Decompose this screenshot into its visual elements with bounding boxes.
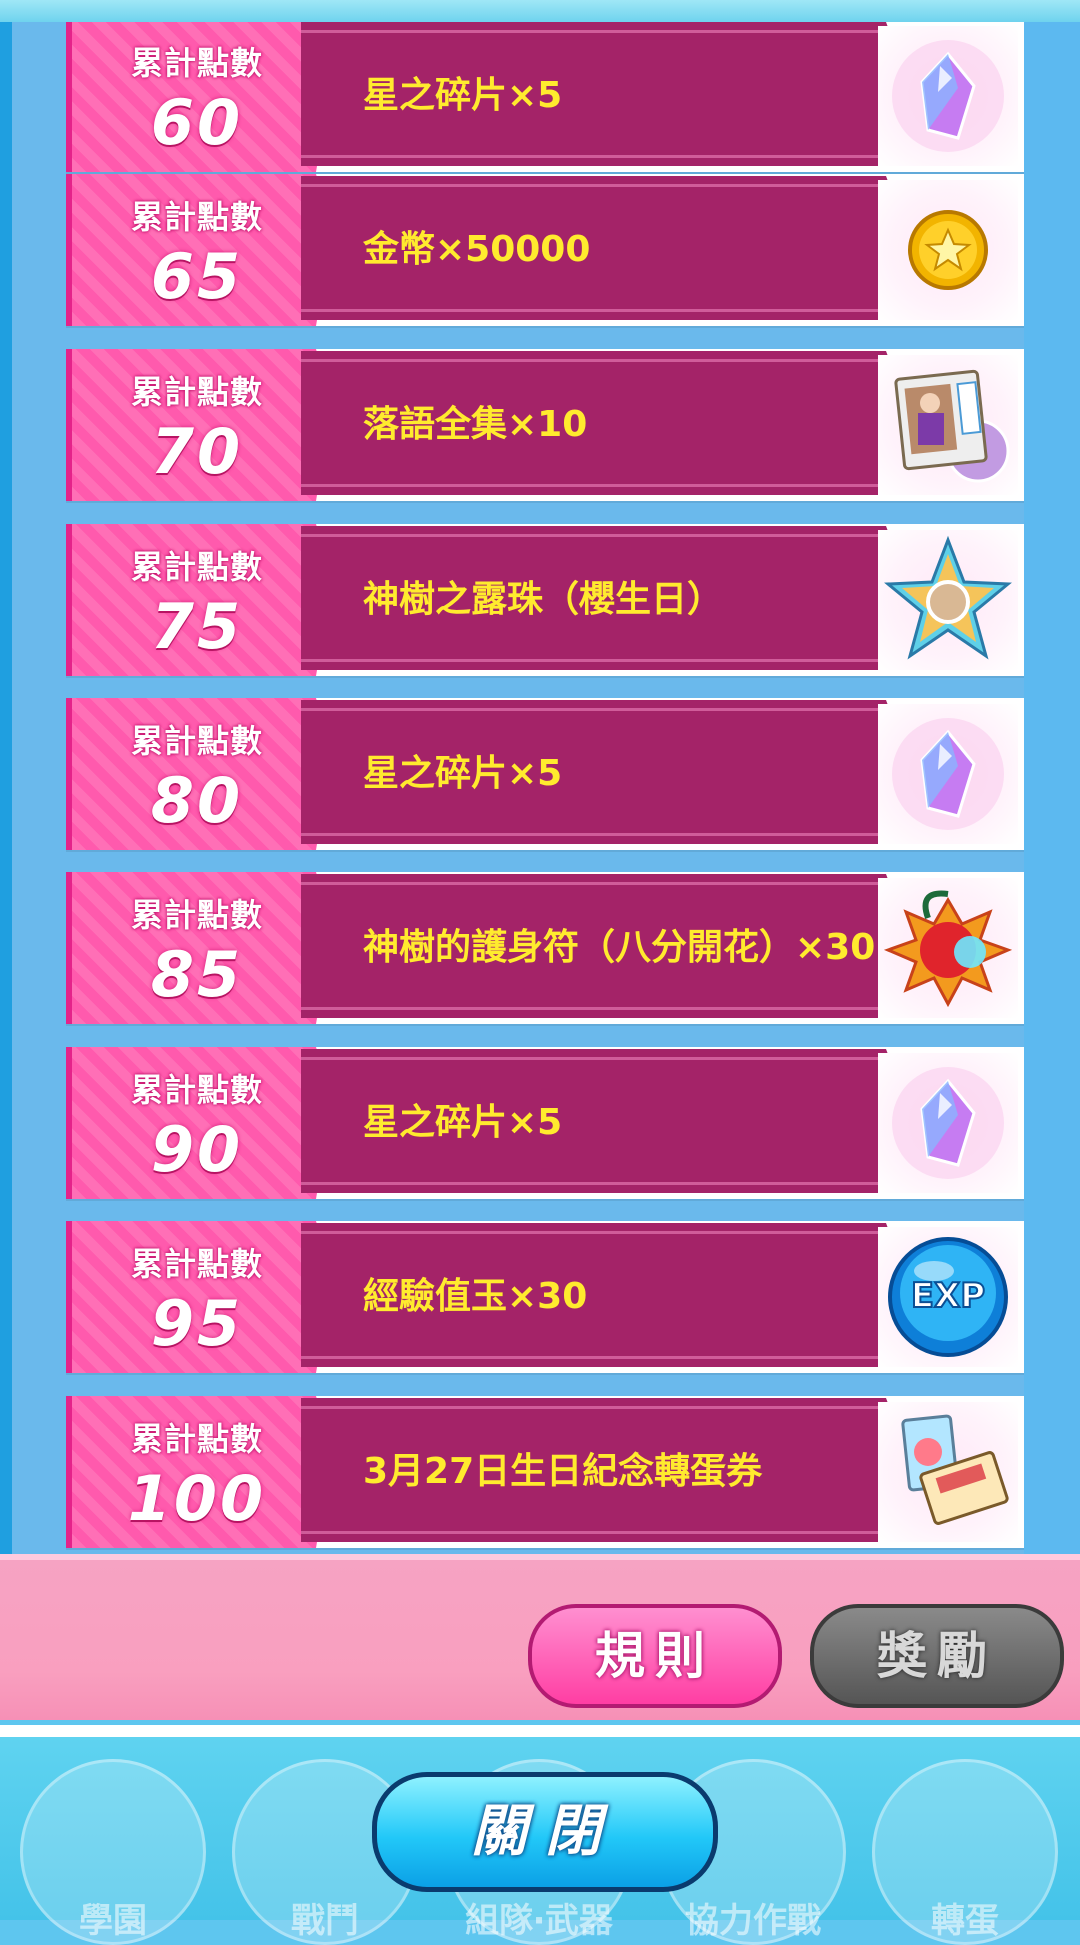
rank-points: 85 (150, 938, 244, 1011)
rank-points: 75 (150, 590, 244, 663)
rank-label: 累計點數 (130, 373, 263, 411)
nav-label: 戰鬥 (291, 1901, 359, 1941)
birthday-gacha-ticket-icon (878, 1402, 1018, 1542)
rank-label: 累計點數 (130, 1071, 263, 1109)
rank-badge: 累計點數 65 (66, 174, 332, 326)
reward-row: 累計點數 65 金幣×50000 (66, 174, 1028, 326)
reward-name: 落語全集×10 (363, 404, 588, 445)
star-fragment-icon (878, 704, 1018, 844)
reward-name: 神樹的護身符（八分開花）×30 (363, 927, 876, 968)
rank-label: 累計點數 (130, 548, 263, 586)
exp-orb-icon: EXP (878, 1227, 1018, 1367)
reward-row: 累計點數 80 星之碎片×5 (66, 698, 1028, 850)
rank-badge: 累計點數 80 (66, 698, 332, 850)
rank-label: 累計點數 (130, 896, 263, 934)
rank-points: 95 (150, 1287, 244, 1360)
rank-points: 70 (150, 415, 244, 488)
gold-coin-icon (878, 180, 1018, 320)
reward-name: 3月27日生日紀念轉蛋券 (363, 1451, 763, 1492)
reward-name: 金幣×50000 (363, 229, 591, 270)
amulet-icon (878, 878, 1018, 1018)
dew-star-badge-icon (878, 530, 1018, 670)
rank-label: 累計點數 (130, 1420, 263, 1458)
nav-label: 協力作戰 (685, 1901, 821, 1941)
rank-badge: 累計點數 70 (66, 349, 332, 501)
nav-item-school: 學園 (20, 1759, 206, 1945)
rules-button[interactable]: 規則 (528, 1604, 782, 1708)
reward-row: 累計點數 95 經驗值玉×30 EXP (66, 1221, 1028, 1373)
rank-points: 100 (127, 1462, 267, 1535)
reward-list[interactable]: 累計點數 60 星之碎片×5 累計點數 65 金幣×50000 累計點數 70 … (0, 22, 1080, 1554)
star-fragment-icon (878, 1053, 1018, 1193)
nav-label: 組隊‧武器 (465, 1901, 613, 1941)
reward-name: 星之碎片×5 (363, 1102, 563, 1143)
rank-label: 累計點數 (130, 722, 263, 760)
divider (0, 1725, 1080, 1737)
exp-label: EXP (911, 1276, 985, 1316)
reward-row: 累計點數 100 3月27日生日紀念轉蛋券 (66, 1396, 1028, 1548)
reward-name: 星之碎片×5 (363, 75, 563, 116)
top-strip (0, 0, 1080, 22)
reward-row: 累計點數 70 落語全集×10 (66, 349, 1028, 501)
nav-label: 學園 (79, 1901, 147, 1941)
rank-points: 60 (150, 86, 244, 159)
bottom-action-bar: 規則 獎勵 (0, 1554, 1080, 1720)
rewards-button[interactable]: 獎勵 (810, 1604, 1064, 1708)
close-button[interactable]: 關閉 (372, 1772, 718, 1892)
rank-badge: 累計點數 85 (66, 872, 332, 1024)
reward-name: 神樹之露珠（櫻生日） (363, 579, 724, 620)
rank-label: 累計點數 (130, 44, 263, 82)
reward-row: 累計點數 75 神樹之露珠（櫻生日） (66, 524, 1028, 676)
rank-label: 累計點數 (130, 198, 263, 236)
rank-badge: 累計點數 100 (66, 1396, 332, 1548)
rakugo-collection-icon (878, 355, 1018, 495)
rank-badge: 累計點數 90 (66, 1047, 332, 1199)
reward-row: 累計點數 85 神樹的護身符（八分開花）×30 (66, 872, 1028, 1024)
star-fragment-icon (878, 26, 1018, 166)
reward-name: 星之碎片×5 (363, 753, 563, 794)
rank-badge: 累計點數 75 (66, 524, 332, 676)
reward-name: 經驗值玉×30 (363, 1276, 588, 1317)
rank-badge: 累計點數 60 (66, 22, 332, 172)
reward-row: 累計點數 60 星之碎片×5 (66, 22, 1028, 172)
rank-label: 累計點數 (130, 1245, 263, 1283)
nav-label: 轉蛋 (931, 1901, 999, 1941)
nav-item-gacha: 轉蛋 (872, 1759, 1058, 1945)
rank-points: 80 (150, 764, 244, 837)
rank-badge: 累計點數 95 (66, 1221, 332, 1373)
reward-row: 累計點數 90 星之碎片×5 (66, 1047, 1028, 1199)
rank-points: 90 (150, 1113, 244, 1186)
rank-points: 65 (150, 240, 244, 313)
